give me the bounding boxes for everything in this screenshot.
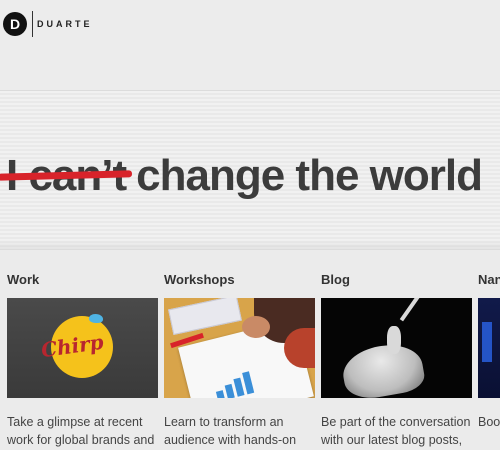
logo-mark: D xyxy=(3,12,27,36)
paper-bar xyxy=(233,377,245,397)
logo-divider xyxy=(32,11,33,37)
blog-thumbnail[interactable] xyxy=(321,298,472,398)
dancer-body xyxy=(387,326,401,354)
stage-light xyxy=(482,322,492,362)
work-thumbnail[interactable]: Chirp xyxy=(7,298,158,398)
paper-bar xyxy=(215,390,226,398)
section-title-blog[interactable]: Blog xyxy=(321,272,350,287)
paper-bar xyxy=(224,383,235,398)
bird-icon xyxy=(89,314,103,323)
headline-text: change the world xyxy=(136,151,483,200)
hero-banner: I can’t change the world xyxy=(0,90,500,250)
logo[interactable]: D DUARTE xyxy=(3,11,93,37)
section-desc-blog: Be part of the conversation with our lat… xyxy=(321,415,471,447)
section-desc-workshops: Learn to transform an audience with hand… xyxy=(164,415,297,447)
section-partial[interactable]: Nan Book engag xyxy=(478,250,500,450)
paper-bar xyxy=(242,371,255,395)
section-title-work[interactable]: Work xyxy=(7,272,39,287)
section-desc-work: Take a glimpse at recent work for global… xyxy=(7,415,155,447)
folder-shape xyxy=(168,298,242,335)
struck-phrase: I can’t xyxy=(0,151,133,201)
section-title-partial[interactable]: Nan xyxy=(478,272,500,287)
section-grid: Work Chirp Take a glimpse at recent work… xyxy=(0,250,500,450)
section-title-workshops[interactable]: Workshops xyxy=(164,272,235,287)
dancer-arm xyxy=(399,298,421,322)
site-header: D DUARTE xyxy=(0,0,500,90)
workshops-thumbnail[interactable] xyxy=(164,298,315,398)
dancer-dress xyxy=(339,339,427,398)
hero-shadow xyxy=(0,240,500,250)
person-hand xyxy=(242,316,270,338)
section-desc-partial: Book engag xyxy=(478,415,500,429)
partial-thumbnail[interactable] xyxy=(478,298,500,398)
hero-headline: I can’t change the world xyxy=(0,151,483,201)
brand-name: DUARTE xyxy=(37,19,93,29)
